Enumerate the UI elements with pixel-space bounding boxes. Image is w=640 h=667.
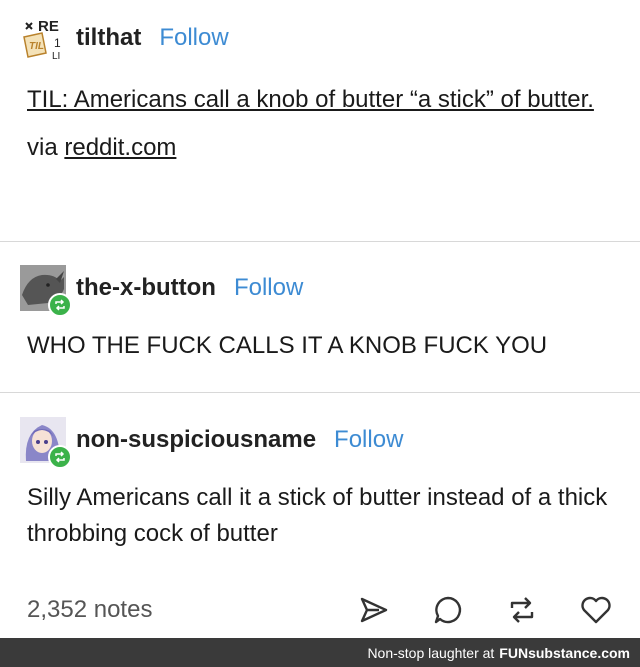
action-bar — [358, 594, 640, 626]
post-original: RE TIL 1 LI tilthat Follow TIL: American… — [0, 12, 640, 166]
reblog-comment-2: non-suspiciousname Follow Silly American… — [0, 414, 640, 552]
post-header: non-suspiciousname Follow — [0, 414, 640, 469]
username[interactable]: tilthat — [76, 24, 141, 52]
svg-text:LI: LI — [52, 51, 60, 61]
post-source: via reddit.com — [0, 130, 640, 166]
divider — [0, 392, 640, 393]
username[interactable]: the-x-button — [76, 274, 216, 302]
divider — [0, 241, 640, 242]
watermark-brand[interactable]: FUNsubstance.com — [499, 645, 630, 661]
avatar-non-suspiciousname[interactable] — [20, 417, 72, 469]
reply-icon[interactable] — [432, 594, 464, 626]
via-label: via — [27, 134, 58, 161]
post-title-link[interactable]: TIL: Americans call a knob of butter “a … — [27, 86, 594, 113]
watermark-bar: Non-stop laughter at FUNsubstance.com — [0, 638, 640, 667]
reblog-icon[interactable] — [506, 594, 538, 626]
share-icon[interactable] — [358, 594, 390, 626]
avatar-the-x-button[interactable] — [20, 265, 72, 317]
reblog-badge-icon — [48, 293, 72, 317]
like-icon[interactable] — [580, 594, 612, 626]
notes-count[interactable]: 2,352 notes — [0, 596, 358, 624]
source-link[interactable]: reddit.com — [64, 134, 176, 161]
svg-text:TIL: TIL — [29, 41, 44, 52]
follow-button[interactable]: Follow — [159, 24, 228, 52]
post-header: the-x-button Follow — [0, 262, 640, 317]
watermark-text: Non-stop laughter at — [367, 644, 495, 661]
post-footer: 2,352 notes — [0, 582, 640, 638]
follow-button[interactable]: Follow — [334, 426, 403, 454]
username[interactable]: non-suspiciousname — [76, 426, 316, 454]
avatar-tilthat[interactable]: RE TIL 1 LI — [20, 15, 66, 62]
reblog-badge-icon — [48, 445, 72, 469]
comment-text: Silly Americans call it a stick of butte… — [27, 484, 608, 547]
post-header: RE TIL 1 LI tilthat Follow — [0, 12, 640, 64]
post-title: TIL: Americans call a knob of butter “a … — [0, 82, 640, 118]
til-logo-icon: RE TIL 1 LI — [20, 15, 66, 62]
reblog-comment-1: the-x-button Follow WHO THE FUCK CALLS I… — [0, 262, 640, 364]
comment-text: WHO THE FUCK CALLS IT A KNOB FUCK YOU — [27, 332, 548, 359]
follow-button[interactable]: Follow — [234, 274, 303, 302]
svg-text:1: 1 — [54, 36, 61, 50]
